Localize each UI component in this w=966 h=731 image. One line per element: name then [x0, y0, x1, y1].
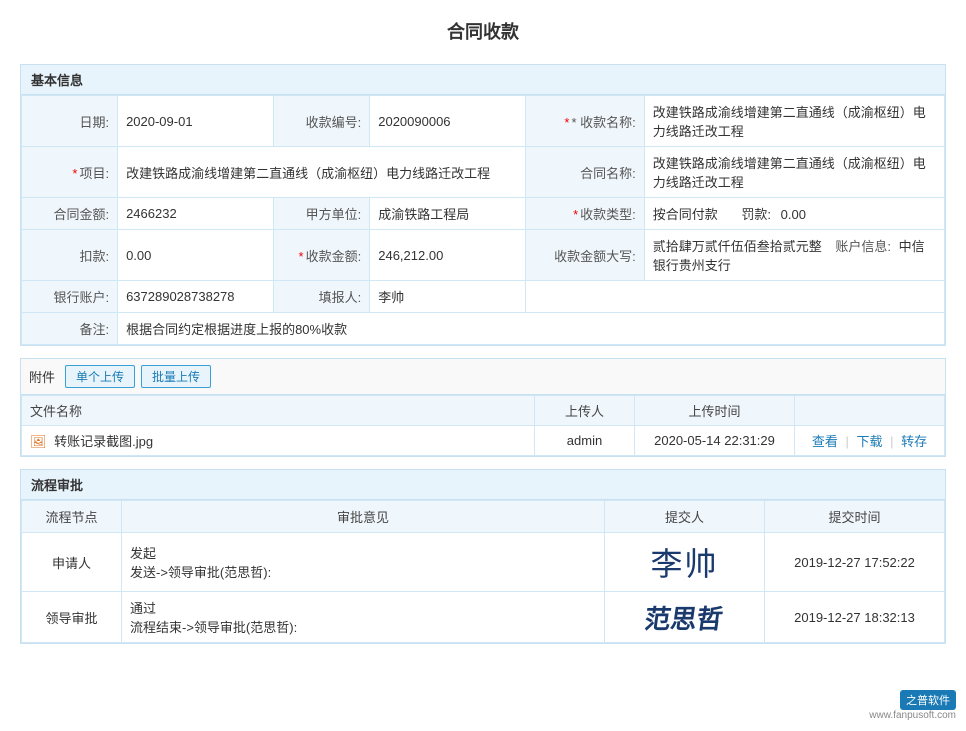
- date-value: 2020-09-01: [118, 96, 274, 147]
- approval-row-2: 领导审批 通过 流程结束->领导审批(范思哲): 范思哲 2019-12-27 …: [22, 592, 945, 643]
- contract-name-value: 改建铁路成渝线增建第二直通线（成渝枢纽）电力线路迁改工程: [644, 147, 944, 198]
- contract-name-label: 合同名称:: [526, 147, 644, 198]
- uploader-col-header: 上传人: [535, 396, 635, 426]
- signature-cell-2: 范思哲: [605, 592, 765, 643]
- submit-time-cell-1: 2019-12-27 17:52:22: [765, 533, 945, 592]
- account-info-label: 账户信息:: [835, 239, 891, 254]
- project-label: *项目:: [22, 147, 118, 198]
- required-star: *: [564, 115, 569, 130]
- table-row: 银行账户: 637289028738278 填报人: 李帅: [22, 281, 945, 313]
- download-button[interactable]: 下载: [856, 434, 882, 449]
- page-title: 合同收款: [20, 10, 946, 52]
- attachment-table: 文件名称 上传人 上传时间 🖼 转账记录截图.jpg admin 2020-05…: [21, 395, 945, 456]
- reporter-label: 填报人:: [274, 281, 370, 313]
- amount-chinese-value: 贰拾肆万贰仟伍佰叁拾贰元整: [653, 239, 822, 254]
- opinion-line1-2: 通过: [130, 598, 596, 617]
- reporter-value: 李帅: [370, 281, 526, 313]
- watermark-logo: 之普软件: [900, 690, 956, 710]
- party-a-label: 甲方单位:: [274, 198, 370, 230]
- basic-info-header: 基本信息: [21, 65, 945, 95]
- receipt-type-label: *收款类型:: [526, 198, 644, 230]
- file-upload-time-cell: 2020-05-14 22:31:29: [635, 426, 795, 456]
- opinion-line2-1: 发送->领导审批(范思哲):: [130, 562, 596, 581]
- single-upload-button[interactable]: 单个上传: [65, 365, 135, 388]
- bank-account-label: 银行账户:: [22, 281, 118, 313]
- remark-label: 备注:: [22, 313, 118, 345]
- deduction-label: 扣款:: [22, 230, 118, 281]
- approval-header-row: 流程节点 审批意见 提交人 提交时间: [22, 501, 945, 533]
- receipt-amount-value: 246,212.00: [370, 230, 526, 281]
- signature-1: 李帅: [650, 539, 718, 585]
- table-row: 日期: 2020-09-01 收款编号: 2020090006 ** 收款名称:…: [22, 96, 945, 147]
- submitter-col-header: 提交人: [605, 501, 765, 533]
- project-value: 改建铁路成渝线增建第二直通线（成渝枢纽）电力线路迁改工程: [118, 147, 526, 198]
- empty-cell: [526, 281, 945, 313]
- actions-col-header: [795, 396, 945, 426]
- attachment-toolbar: 附件 单个上传 批量上传: [21, 359, 945, 395]
- receipt-name-label: ** 收款名称:: [526, 96, 644, 147]
- node-col-header: 流程节点: [22, 501, 122, 533]
- attachment-label: 附件: [29, 367, 55, 386]
- file-upload-time-value: 2020-05-14 22:31:29: [654, 433, 775, 448]
- opinion-col-header: 审批意见: [122, 501, 605, 533]
- table-row: 备注: 根据合同约定根据进度上报的80%收款: [22, 313, 945, 345]
- table-row: *项目: 改建铁路成渝线增建第二直通线（成渝枢纽）电力线路迁改工程 合同名称: …: [22, 147, 945, 198]
- submit-time-col-header: 提交时间: [765, 501, 945, 533]
- file-uploader-cell: admin: [535, 426, 635, 456]
- file-name-cell: 🖼 转账记录截图.jpg: [22, 426, 535, 456]
- receipt-name-value: 改建铁路成渝线增建第二直通线（成渝枢纽）电力线路迁改工程: [644, 96, 944, 147]
- remark-value: 根据合同约定根据进度上报的80%收款: [118, 313, 945, 345]
- node-cell-1: 申请人: [22, 533, 122, 592]
- amount-chinese-row: 贰拾肆万贰仟伍佰叁拾贰元整 账户信息: 中信银行贵州支行: [644, 230, 944, 281]
- receipt-amount-label: *收款金额:: [274, 230, 370, 281]
- receipt-type-row: 按合同付款 罚款: 0.00: [644, 198, 944, 230]
- signature-cell-1: 李帅: [605, 533, 765, 592]
- attachment-section: 附件 单个上传 批量上传 文件名称 上传人 上传时间 🖼 转账记录截图.jpg …: [20, 358, 946, 457]
- batch-upload-button[interactable]: 批量上传: [141, 365, 211, 388]
- view-button[interactable]: 查看: [812, 434, 838, 449]
- penalty-label: 罚款:: [741, 207, 771, 222]
- bank-account-value: 637289028738278: [118, 281, 274, 313]
- approval-header: 流程审批: [21, 470, 945, 500]
- file-name-value: 转账记录截图.jpg: [54, 434, 153, 449]
- signature-2: 范思哲: [643, 599, 726, 636]
- attach-header-row: 文件名称 上传人 上传时间: [22, 396, 945, 426]
- date-label: 日期:: [22, 96, 118, 147]
- opinion-cell-2: 通过 流程结束->领导审批(范思哲):: [122, 592, 605, 643]
- receipt-type-value: 按合同付款: [653, 207, 718, 222]
- filename-col-header: 文件名称: [22, 396, 535, 426]
- file-actions-cell: 查看 | 下载 | 转存: [795, 426, 945, 456]
- separator1: |: [845, 434, 848, 449]
- watermark-url: www.fanpusoft.com: [869, 710, 956, 721]
- approval-table: 流程节点 审批意见 提交人 提交时间 申请人 发起 发送->领导审批(范思哲):…: [21, 500, 945, 643]
- basic-info-section: 基本信息 日期: 2020-09-01 收款编号: 2020090006 ** …: [20, 64, 946, 346]
- table-row: 合同金额: 2466232 甲方单位: 成渝铁路工程局 *收款类型: 按合同付款…: [22, 198, 945, 230]
- penalty-value: 0.00: [781, 207, 806, 222]
- file-uploader-value: admin: [567, 433, 602, 448]
- contract-amount-value: 2466232: [118, 198, 274, 230]
- deduction-value: 0.00: [118, 230, 274, 281]
- contract-amount-label: 合同金额:: [22, 198, 118, 230]
- amount-chinese-label: 收款金额大写:: [526, 230, 644, 281]
- approval-row-1: 申请人 发起 发送->领导审批(范思哲): 李帅 2019-12-27 17:5…: [22, 533, 945, 592]
- table-row: 扣款: 0.00 *收款金额: 246,212.00 收款金额大写: 贰拾肆万贰…: [22, 230, 945, 281]
- upload-time-col-header: 上传时间: [635, 396, 795, 426]
- receipt-no-value: 2020090006: [370, 96, 526, 147]
- party-a-value: 成渝铁路工程局: [370, 198, 526, 230]
- attach-file-row: 🖼 转账记录截图.jpg admin 2020-05-14 22:31:29 查…: [22, 426, 945, 456]
- file-icon: 🖼: [30, 434, 47, 449]
- watermark: 之普软件 www.fanpusoft.com: [869, 690, 956, 721]
- receipt-no-label: 收款编号:: [274, 96, 370, 147]
- opinion-line2-2: 流程结束->领导审批(范思哲):: [130, 617, 596, 636]
- opinion-line1-1: 发起: [130, 543, 596, 562]
- node-cell-2: 领导审批: [22, 592, 122, 643]
- opinion-cell-1: 发起 发送->领导审批(范思哲):: [122, 533, 605, 592]
- submit-time-cell-2: 2019-12-27 18:32:13: [765, 592, 945, 643]
- basic-info-table: 日期: 2020-09-01 收款编号: 2020090006 ** 收款名称:…: [21, 95, 945, 345]
- separator2: |: [890, 434, 893, 449]
- approval-section: 流程审批 流程节点 审批意见 提交人 提交时间 申请人 发起 发送->领导审批(…: [20, 469, 946, 644]
- transfer-button[interactable]: 转存: [901, 434, 927, 449]
